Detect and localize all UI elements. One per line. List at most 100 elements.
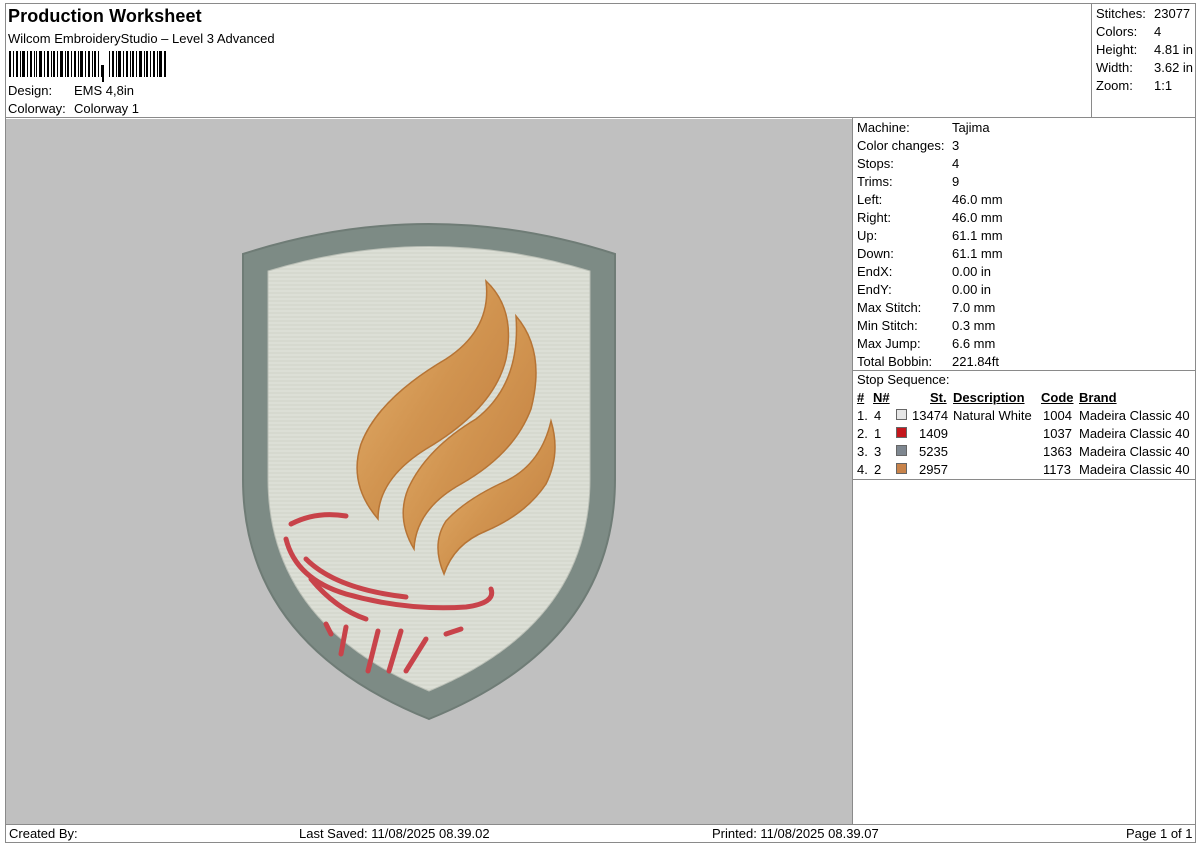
- info-value: 7.0 mm: [952, 300, 996, 315]
- col-header-description: Description: [953, 390, 1025, 405]
- col-header-brand: Brand: [1079, 390, 1117, 405]
- info-value: 61.1 mm: [952, 246, 1003, 261]
- info-row: Max Stitch: 7.0 mm: [857, 300, 995, 315]
- info-label: Stops:: [857, 156, 894, 171]
- row-number: 3.: [857, 444, 868, 459]
- needle-number: 3: [874, 444, 882, 459]
- needle-number: 2: [874, 462, 882, 477]
- stitch-count: 5235: [919, 444, 948, 459]
- thread-code: 1173: [1043, 462, 1071, 477]
- info-value: 4: [952, 156, 960, 171]
- page-number: Page 1 of 1: [1126, 826, 1193, 841]
- info-row: Down: 61.1 mm: [857, 246, 1003, 261]
- info-row: Min Stitch: 0.3 mm: [857, 318, 995, 333]
- barcode-icon: [9, 51, 166, 82]
- info-label: Max Jump:: [857, 336, 921, 351]
- needle-number: 4: [874, 408, 882, 423]
- design-row: Design: EMS 4,8in: [8, 83, 134, 98]
- info-label: Up:: [857, 228, 878, 243]
- info-label: Left:: [857, 192, 883, 207]
- stitch-count: 13474: [912, 408, 949, 423]
- info-row: EndY: 0.00 in: [857, 282, 991, 297]
- info-row: Trims: 9: [857, 174, 959, 189]
- software-name: Wilcom EmbroideryStudio – Level 3 Advanc…: [8, 31, 275, 46]
- colorway-value: Colorway 1: [74, 101, 140, 116]
- stat-label: Height:: [1096, 42, 1138, 57]
- stat-value: 4.81 in: [1154, 42, 1194, 57]
- stat-colors: Colors: 4: [1096, 24, 1161, 39]
- thread-description: Natural White: [953, 408, 1032, 423]
- thread-code: 1037: [1043, 426, 1072, 441]
- color-swatch: [896, 427, 907, 438]
- color-swatch: [896, 409, 907, 420]
- info-row: EndX: 0.00 in: [857, 264, 991, 279]
- info-row: Right: 46.0 mm: [857, 210, 1003, 225]
- info-row: Total Bobbin: 221.84ft: [857, 354, 999, 369]
- panel-divider: [852, 118, 853, 824]
- info-row: Max Jump: 6.6 mm: [857, 336, 995, 351]
- embroidery-design-image: [242, 223, 616, 721]
- created-by: Created By:: [9, 826, 78, 841]
- info-row: Left: 46.0 mm: [857, 192, 1003, 207]
- col-header-n: N#: [873, 390, 890, 405]
- color-swatch: [896, 463, 907, 474]
- stat-stitches: Stitches: 23077: [1096, 6, 1190, 21]
- info-value: 9: [952, 174, 960, 189]
- stop-sequence-title: Stop Sequence:: [857, 372, 950, 387]
- info-value: 0.3 mm: [952, 318, 996, 333]
- design-preview: [6, 119, 852, 824]
- info-row: Machine: Tajima: [857, 120, 990, 135]
- info-label: Color changes:: [857, 138, 945, 153]
- info-value: 0.00 in: [952, 264, 992, 279]
- stat-value: 3.62 in: [1154, 60, 1194, 75]
- design-value: EMS 4,8in: [74, 83, 134, 98]
- page-title: Production Worksheet: [8, 6, 202, 26]
- colorway-row: Colorway: Colorway 1: [8, 101, 139, 116]
- info-label: Min Stitch:: [857, 318, 918, 333]
- last-saved: Last Saved: 11/08/2025 08.39.02: [299, 826, 490, 841]
- table-divider: [853, 479, 1196, 480]
- info-label: Max Stitch:: [857, 300, 922, 315]
- thread-brand: Madeira Classic 40: [1079, 426, 1190, 441]
- info-value: 46.0 mm: [952, 210, 1003, 225]
- info-label: Trims:: [857, 174, 893, 189]
- row-number: 2.: [857, 426, 868, 441]
- thread-code: 1363: [1043, 444, 1072, 459]
- stitch-count: 1409: [919, 426, 948, 441]
- info-value: 3: [952, 138, 960, 153]
- stat-value: 1:1: [1154, 78, 1173, 93]
- stat-label: Stitches:: [1096, 6, 1146, 21]
- info-label: Machine:: [857, 120, 910, 135]
- printed-date: Printed: 11/08/2025 08.39.07: [712, 826, 879, 841]
- info-value: Tajima: [952, 120, 990, 135]
- info-row: Stops: 4: [857, 156, 959, 171]
- needle-number: 1: [874, 426, 882, 441]
- color-swatch: [896, 445, 907, 456]
- info-value: 0.00 in: [952, 282, 992, 297]
- info-row: Up: 61.1 mm: [857, 228, 1003, 243]
- stat-height: Height: 4.81 in: [1096, 42, 1193, 57]
- stat-label: Colors:: [1096, 24, 1138, 39]
- design-stats: Stitches: 23077 Colors: 4 Height: 4.81 in W…: [1091, 3, 1196, 118]
- footer-divider: [5, 824, 1196, 825]
- design-label: Design:: [8, 83, 53, 98]
- stat-value: 4: [1154, 24, 1162, 39]
- info-value: 221.84ft: [952, 354, 999, 369]
- info-value: 46.0 mm: [952, 192, 1003, 207]
- col-header-code: Code: [1041, 390, 1074, 405]
- header-divider: [5, 117, 1196, 118]
- info-label: EndX:: [857, 264, 893, 279]
- row-number: 1.: [857, 408, 868, 423]
- thread-brand: Madeira Classic 40: [1079, 408, 1190, 423]
- row-number: 4.: [857, 462, 868, 477]
- info-label: Right:: [857, 210, 891, 225]
- stat-label: Zoom:: [1096, 78, 1133, 93]
- col-header-num: #: [857, 390, 865, 405]
- info-value: 6.6 mm: [952, 336, 996, 351]
- stitch-count: 2957: [919, 462, 948, 477]
- info-label: Total Bobbin:: [857, 354, 933, 369]
- colorway-label: Colorway:: [8, 101, 66, 116]
- stat-width: Width: 3.62 in: [1096, 60, 1193, 75]
- stat-zoom: Zoom: 1:1: [1096, 78, 1172, 93]
- stat-label: Width:: [1096, 60, 1133, 75]
